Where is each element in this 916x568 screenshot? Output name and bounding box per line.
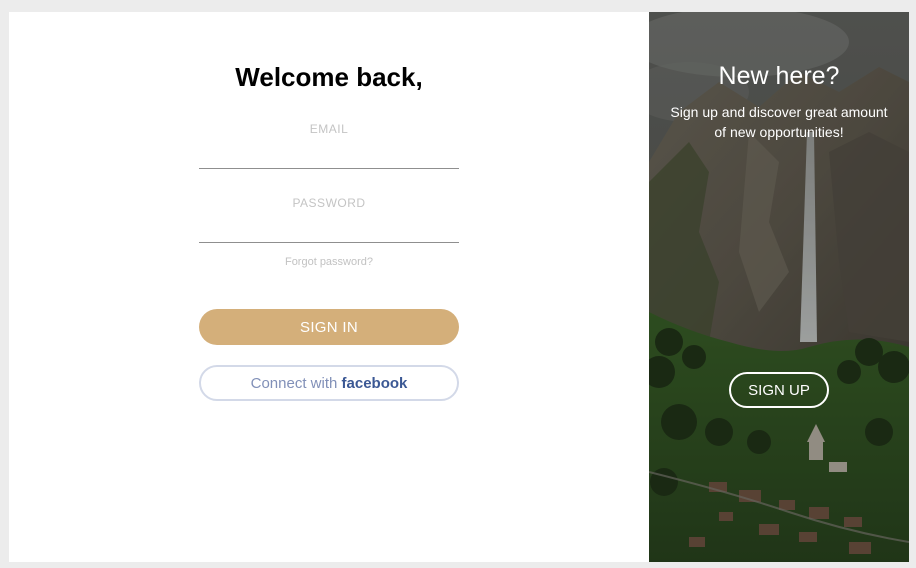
facebook-brand-text: facebook (341, 374, 408, 392)
auth-card: Welcome back, EMAIL PASSWORD Forgot pass… (9, 12, 909, 562)
email-label: EMAIL (309, 122, 349, 136)
password-field-group: PASSWORD (199, 196, 459, 243)
email-input[interactable] (199, 142, 459, 169)
sign-in-button[interactable]: SIGN IN (199, 309, 459, 345)
sign-up-button[interactable]: SIGN UP (729, 372, 829, 408)
sign-up-description: Sign up and discover great amount of new… (670, 104, 888, 140)
email-field-group: EMAIL (199, 122, 459, 169)
sign-up-title: New here? (718, 62, 840, 90)
password-label: PASSWORD (292, 196, 366, 210)
sign-in-form: Welcome back, EMAIL PASSWORD Forgot pass… (9, 12, 649, 562)
image-overlay (649, 12, 909, 562)
facebook-connect-button[interactable]: Connect with facebook (199, 365, 459, 401)
sign-up-panel: New here? Sign up and discover great amo… (649, 12, 909, 562)
sign-in-title: Welcome back, (235, 62, 423, 92)
forgot-password-link[interactable]: Forgot password? (199, 256, 459, 268)
password-input[interactable] (199, 216, 459, 243)
facebook-connect-prefix: Connect with (250, 374, 338, 392)
